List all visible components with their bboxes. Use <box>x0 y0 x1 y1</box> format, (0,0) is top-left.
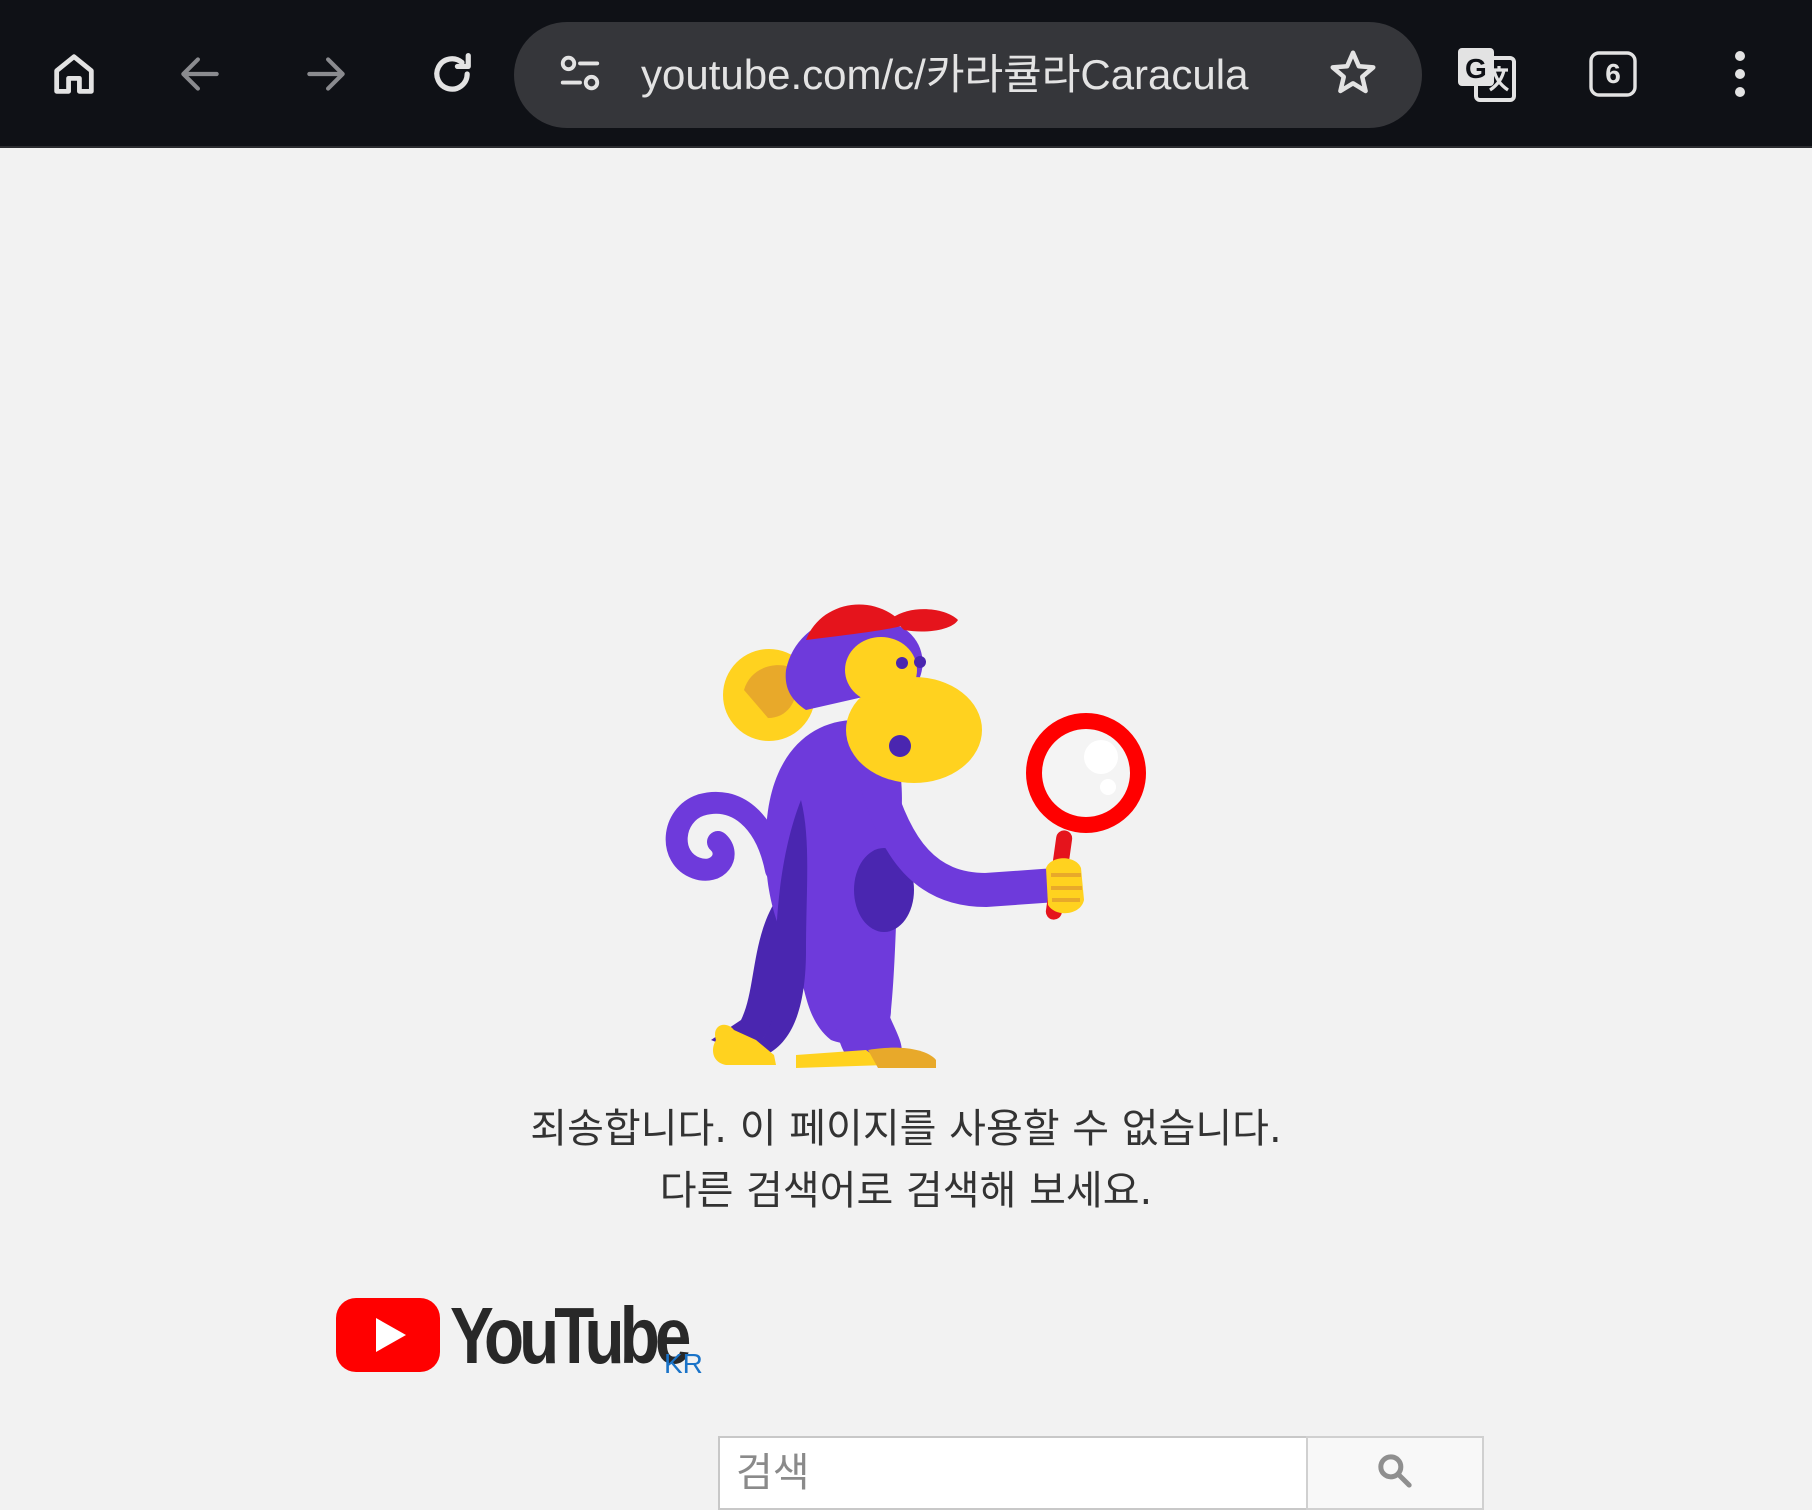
error-message: 죄송합니다. 이 페이지를 사용할 수 없습니다. 다른 검색어로 검색해 보세… <box>0 1098 1812 1222</box>
browser-toolbar: youtube.com/c/카라큘라Caracula G 6 <box>0 0 1812 148</box>
forward-button[interactable] <box>286 34 366 114</box>
star-icon <box>1326 46 1380 104</box>
tab-switcher-button[interactable]: 6 <box>1573 34 1653 114</box>
tab-count: 6 <box>1605 58 1621 89</box>
url-text[interactable]: youtube.com/c/카라큘라Caracula <box>641 22 1248 128</box>
error-message-line-2: 다른 검색어로 검색해 보세요. <box>659 1168 1153 1214</box>
region-code: KR <box>664 1348 703 1379</box>
more-vert-icon <box>1730 49 1750 99</box>
tune-icon <box>557 50 603 100</box>
menu-button[interactable] <box>1700 34 1780 114</box>
translate-button[interactable]: G <box>1446 34 1526 114</box>
reload-icon <box>426 48 478 100</box>
svg-text:G: G <box>1465 53 1487 84</box>
home-icon <box>48 48 100 100</box>
address-bar[interactable]: youtube.com/c/카라큘라Caracula <box>514 22 1422 128</box>
google-translate-icon: G <box>1454 42 1518 106</box>
youtube-wordmark: YouTube <box>450 1291 691 1380</box>
arrow-left-icon <box>175 49 225 99</box>
error-message-line-1: 죄송합니다. 이 페이지를 사용할 수 없습니다. <box>530 1106 1282 1152</box>
search-button[interactable] <box>1306 1436 1484 1510</box>
arrow-right-icon <box>301 49 351 99</box>
home-button[interactable] <box>34 34 114 114</box>
search-icon <box>1375 1451 1415 1495</box>
back-button[interactable] <box>160 34 240 114</box>
youtube-play-logo-icon <box>336 1298 440 1376</box>
monkey-illustration <box>656 600 1156 1074</box>
bookmark-button[interactable] <box>1324 46 1382 104</box>
reload-button[interactable] <box>412 34 492 114</box>
tab-switcher-icon: 6 <box>1589 51 1637 97</box>
youtube-logo-link[interactable]: YouTube KR <box>336 1286 738 1380</box>
site-info-button[interactable] <box>554 49 606 101</box>
search-input[interactable] <box>718 1436 1308 1510</box>
error-page: 죄송합니다. 이 페이지를 사용할 수 없습니다. 다른 검색어로 검색해 보세… <box>0 150 1812 1510</box>
